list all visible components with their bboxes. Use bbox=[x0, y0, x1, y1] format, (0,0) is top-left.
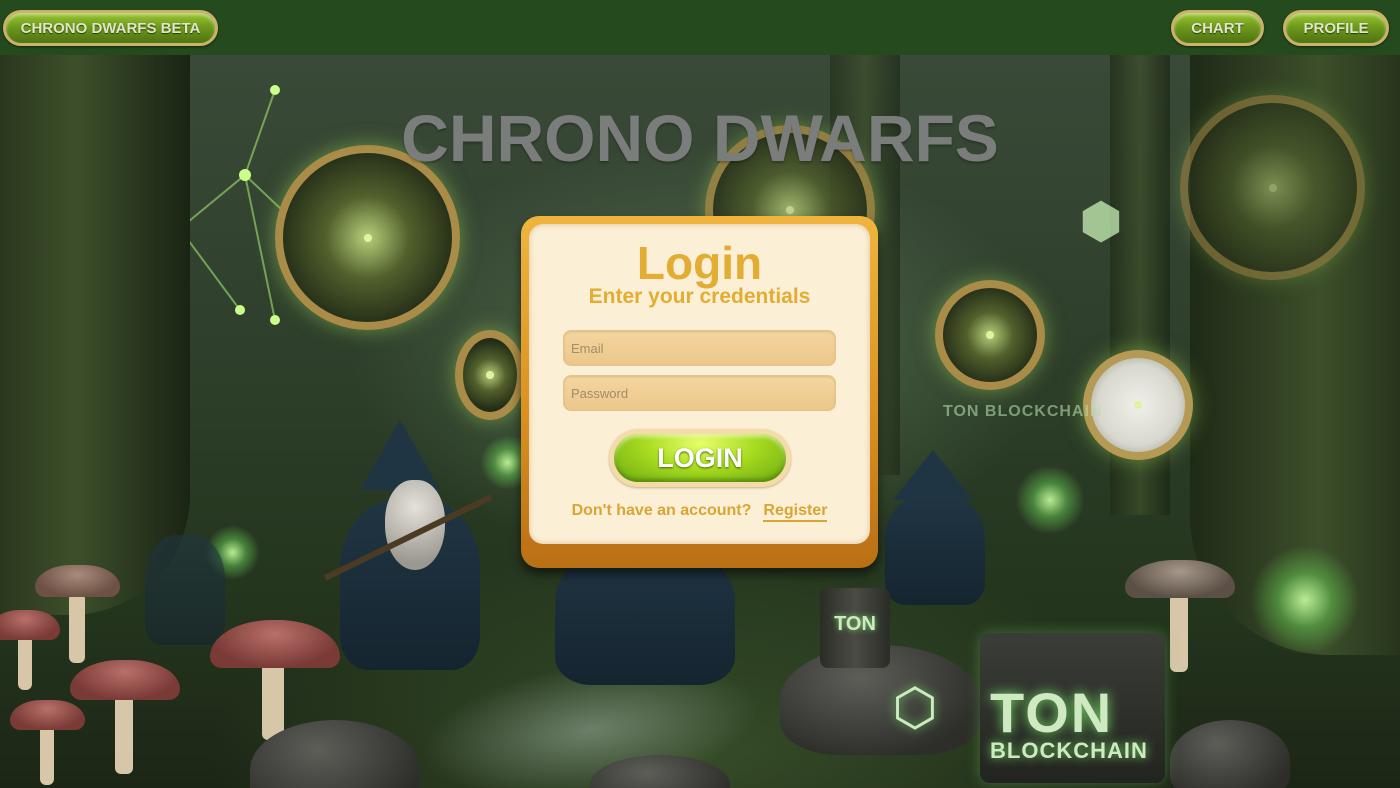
dwarf-figure bbox=[340, 420, 490, 710]
mushroom bbox=[10, 700, 85, 788]
ton-hexagon-icon: ⬡ bbox=[892, 679, 938, 737]
ton-cube-icon: ⬢ bbox=[1079, 193, 1123, 249]
brand-button[interactable]: CHRONO DWARFS BETA bbox=[3, 10, 218, 46]
login-button[interactable]: LOGIN bbox=[614, 434, 786, 482]
login-card: Login Enter your credentials LOGIN Don't… bbox=[529, 224, 870, 544]
ton-block-sublabel: BLOCKCHAIN bbox=[990, 738, 1148, 763]
password-field[interactable] bbox=[563, 375, 836, 411]
ton-blockchain-sign: TON BLOCKCHAIN bbox=[943, 403, 1103, 420]
pocket-watch-icon bbox=[935, 280, 1045, 390]
login-subtitle: Enter your credentials bbox=[588, 285, 811, 308]
mushroom bbox=[0, 610, 60, 690]
pocket-watch-icon bbox=[455, 330, 525, 420]
dwarf-figure bbox=[885, 450, 995, 610]
pocket-watch-icon bbox=[1180, 95, 1365, 280]
mushroom bbox=[70, 660, 180, 780]
glowing-orb bbox=[1250, 545, 1360, 655]
no-account-text: Don't have an account? bbox=[571, 502, 752, 519]
profile-button[interactable]: PROFILE bbox=[1283, 10, 1389, 46]
ton-barrel-label: TON bbox=[834, 613, 876, 635]
chart-button[interactable]: CHART bbox=[1171, 10, 1264, 46]
hero-title: CHRONO DWARFS bbox=[401, 101, 999, 175]
ton-block-label: TON bbox=[990, 681, 1114, 744]
register-prompt: Don't have an account? Register bbox=[529, 502, 870, 522]
login-title: Login bbox=[636, 237, 763, 289]
email-field[interactable] bbox=[563, 330, 836, 366]
register-link[interactable]: Register bbox=[763, 502, 828, 522]
glowing-orb bbox=[1015, 465, 1085, 535]
top-navigation-bar: CHRONO DWARFS BETA CHART PROFILE bbox=[0, 0, 1400, 55]
